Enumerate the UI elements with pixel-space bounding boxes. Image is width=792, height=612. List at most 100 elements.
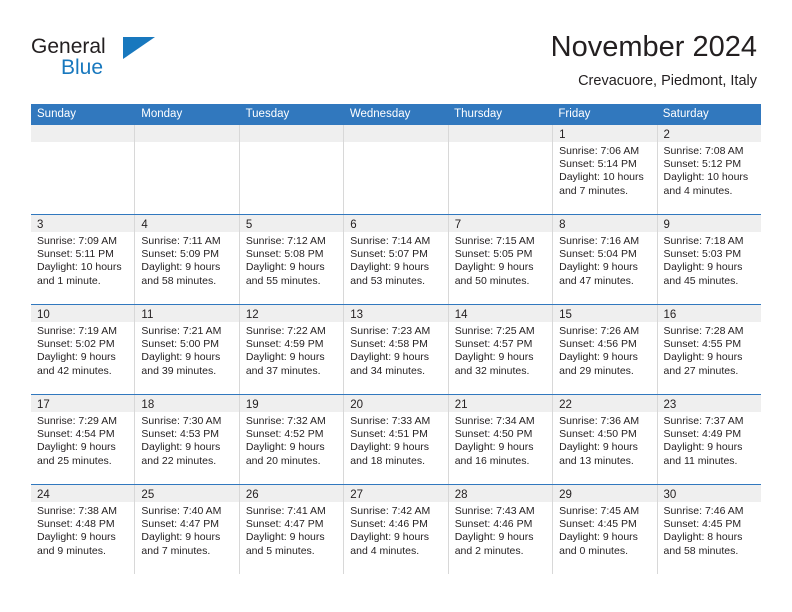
sunset-text: Sunset: 4:50 PM <box>454 428 533 441</box>
calendar-day-cell[interactable]: 30 Sunrise: 7:46 AM Sunset: 4:45 PM Dayligh… <box>657 485 761 574</box>
sunset-text: Sunset: 4:47 PM <box>141 518 220 531</box>
daylight-text: Daylight: 8 hours and 58 minutes. <box>663 531 743 557</box>
day-sun-info: Sunrise: 7:11 AM Sunset: 5:09 PM Daylight:… <box>135 232 238 288</box>
calendar-day-cell[interactable]: 17 Sunrise: 7:29 AM Sunset: 4:54 PM Dayligh… <box>31 395 136 484</box>
sunrise-text: Sunrise: 7:12 AM <box>245 235 326 247</box>
day-number: 11 <box>141 309 154 321</box>
day-number-band: 16 <box>657 305 761 322</box>
day-number: 9 <box>663 219 670 231</box>
sunrise-text: Sunrise: 7:46 AM <box>663 505 744 517</box>
calendar-day-cell[interactable]: 9 Sunrise: 7:18 AM Sunset: 5:03 PM Daylight… <box>657 215 761 304</box>
calendar-day-cell[interactable]: 25 Sunrise: 7:40 AM Sunset: 4:47 PM Dayligh… <box>135 485 240 574</box>
day-number: 5 <box>245 219 253 231</box>
day-number: 8 <box>559 219 566 231</box>
calendar-day-cell[interactable]: 20 Sunrise: 7:33 AM Sunset: 4:51 PM Dayligh… <box>344 395 449 484</box>
calendar-day-cell[interactable]: 1 Sunrise: 7:06 AM Sunset: 5:14 PM Daylight… <box>553 125 658 214</box>
calendar-day-cell[interactable]: 23 Sunrise: 7:37 AM Sunset: 4:49 PM Dayligh… <box>657 395 761 484</box>
day-sun-info: Sunrise: 7:38 AM Sunset: 4:48 PM Daylight:… <box>31 502 134 558</box>
calendar-day-cell[interactable]: 7 Sunrise: 7:15 AM Sunset: 5:05 PM Daylight… <box>448 215 554 304</box>
calendar-week-row: 3 Sunrise: 7:09 AM Sunset: 5:11 PM Daylight… <box>31 214 761 304</box>
day-number: 26 <box>245 489 259 501</box>
daylight-text: Daylight: 9 hours and 29 minutes. <box>559 351 638 377</box>
sunrise-text: Sunrise: 7:34 AM <box>454 415 535 427</box>
generalblue-logo[interactable]: General Blue <box>31 35 231 87</box>
day-number-band: 18 <box>135 395 239 412</box>
daylight-text: Daylight: 9 hours and 4 minutes. <box>350 531 430 557</box>
calendar-day-cell[interactable]: 24 Sunrise: 7:38 AM Sunset: 4:48 PM Dayligh… <box>31 485 136 574</box>
day-number-band: 19 <box>239 395 344 412</box>
weekday-header-saturday: Saturday <box>662 108 709 120</box>
weekday-header-sunday: Sunday <box>37 108 77 120</box>
calendar-day-cell[interactable]: 11 Sunrise: 7:21 AM Sunset: 5:00 PM Dayligh… <box>135 305 240 394</box>
sunset-text: Sunset: 4:52 PM <box>245 428 324 441</box>
calendar-day-cell[interactable]: 16 Sunrise: 7:28 AM Sunset: 4:55 PM Dayligh… <box>657 305 761 394</box>
sunrise-text: Sunrise: 7:16 AM <box>559 235 640 247</box>
calendar-day-cell[interactable]: 21 Sunrise: 7:34 AM Sunset: 4:50 PM Dayligh… <box>448 395 554 484</box>
calendar-day-cell[interactable]: 14 Sunrise: 7:25 AM Sunset: 4:57 PM Dayligh… <box>448 305 554 394</box>
day-number: 19 <box>245 399 259 411</box>
calendar-day-cell[interactable]: 13 Sunrise: 7:23 AM Sunset: 4:58 PM Dayligh… <box>344 305 449 394</box>
calendar-week-row: 24 Sunrise: 7:38 AM Sunset: 4:48 PM Dayligh… <box>31 484 761 574</box>
day-sun-info: Sunrise: 7:25 AM Sunset: 4:57 PM Daylight:… <box>449 322 552 378</box>
page-title: November 2024 <box>550 31 757 63</box>
day-number-band: 26 <box>239 485 344 502</box>
sunrise-text: Sunrise: 7:43 AM <box>454 505 535 517</box>
calendar-day-cell[interactable]: 28 Sunrise: 7:43 AM Sunset: 4:46 PM Dayligh… <box>448 485 554 574</box>
day-number-band: 5 <box>239 215 344 232</box>
day-number-band: 7 <box>448 215 553 232</box>
calendar-day-cell[interactable]: 27 Sunrise: 7:42 AM Sunset: 4:46 PM Dayligh… <box>344 485 449 574</box>
day-number: 17 <box>37 399 50 411</box>
day-number-band: 13 <box>344 305 448 322</box>
day-number-band <box>135 125 239 142</box>
day-sun-info: Sunrise: 7:34 AM Sunset: 4:50 PM Daylight:… <box>449 412 552 468</box>
title-block: November 2024 Crevacuore, Piedmont, Ital… <box>551 30 757 90</box>
sunset-text: Sunset: 5:12 PM <box>663 158 742 171</box>
sunset-text: Sunset: 4:54 PM <box>37 428 115 441</box>
daylight-text: Daylight: 9 hours and 13 minutes. <box>559 441 638 467</box>
sunset-text: Sunset: 4:57 PM <box>454 338 533 351</box>
day-number-band: 20 <box>344 395 448 412</box>
calendar-day-cell[interactable]: 12 Sunrise: 7:22 AM Sunset: 4:59 PM Dayligh… <box>239 305 345 394</box>
calendar-day-cell[interactable]: 15 Sunrise: 7:26 AM Sunset: 4:56 PM Dayligh… <box>553 305 658 394</box>
calendar-day-cell[interactable]: 3 Sunrise: 7:09 AM Sunset: 5:11 PM Daylight… <box>31 215 136 304</box>
daylight-text: Daylight: 9 hours and 55 minutes. <box>245 261 325 287</box>
calendar-day-cell[interactable]: 29 Sunrise: 7:45 AM Sunset: 4:45 PM Dayligh… <box>553 485 658 574</box>
day-number-band: 1 <box>553 125 657 142</box>
calendar-day-cell[interactable]: 22 Sunrise: 7:36 AM Sunset: 4:50 PM Dayligh… <box>553 395 658 484</box>
logo-text-general: General <box>31 35 106 58</box>
calendar-day-cell[interactable]: 5 Sunrise: 7:12 AM Sunset: 5:08 PM Daylight… <box>239 215 345 304</box>
sunset-text: Sunset: 4:55 PM <box>663 338 742 351</box>
calendar-page: General Blue November 2024 Crevacuore, P… <box>0 0 792 612</box>
calendar-day-cell[interactable]: 19 Sunrise: 7:32 AM Sunset: 4:52 PM Dayligh… <box>239 395 345 484</box>
day-number-band: 3 <box>31 215 135 232</box>
daylight-text: Daylight: 9 hours and 2 minutes. <box>454 531 534 557</box>
calendar-day-cell-empty <box>239 125 345 214</box>
sunset-text: Sunset: 5:05 PM <box>454 248 533 261</box>
daylight-text: Daylight: 9 hours and 37 minutes. <box>245 351 325 377</box>
daylight-text: Daylight: 9 hours and 50 minutes. <box>454 261 534 287</box>
daylight-text: Daylight: 9 hours and 25 minutes. <box>37 441 116 467</box>
daylight-text: Daylight: 10 hours and 1 minute. <box>37 261 122 287</box>
day-number: 15 <box>559 309 572 321</box>
day-number: 12 <box>245 309 259 321</box>
day-sun-info: Sunrise: 7:16 AM Sunset: 5:04 PM Daylight:… <box>553 232 656 288</box>
day-number-band: 11 <box>135 305 239 322</box>
day-sun-info: Sunrise: 7:33 AM Sunset: 4:51 PM Daylight:… <box>344 412 447 468</box>
sunset-text: Sunset: 4:53 PM <box>141 428 220 441</box>
sunrise-text: Sunrise: 7:45 AM <box>559 505 640 517</box>
calendar-day-cell[interactable]: 10 Sunrise: 7:19 AM Sunset: 5:02 PM Dayligh… <box>31 305 136 394</box>
calendar-day-cell[interactable]: 18 Sunrise: 7:30 AM Sunset: 4:53 PM Dayligh… <box>135 395 240 484</box>
calendar-day-cell[interactable]: 6 Sunrise: 7:14 AM Sunset: 5:07 PM Daylight… <box>344 215 449 304</box>
sunset-text: Sunset: 4:47 PM <box>245 518 324 531</box>
calendar-day-cell[interactable]: 26 Sunrise: 7:41 AM Sunset: 4:47 PM Dayligh… <box>239 485 345 574</box>
sunset-text: Sunset: 4:46 PM <box>350 518 428 531</box>
calendar-day-cell[interactable]: 8 Sunrise: 7:16 AM Sunset: 5:04 PM Daylight… <box>553 215 658 304</box>
day-number-band: 25 <box>135 485 239 502</box>
page-header: General Blue November 2024 Crevacuore, P… <box>0 0 792 100</box>
calendar-day-cell[interactable]: 4 Sunrise: 7:11 AM Sunset: 5:09 PM Daylight… <box>135 215 240 304</box>
calendar-day-cell[interactable]: 2 Sunrise: 7:08 AM Sunset: 5:12 PM Daylight… <box>657 125 761 214</box>
weekday-header-wednesday: Wednesday <box>349 108 411 120</box>
sunrise-text: Sunrise: 7:15 AM <box>454 235 535 247</box>
day-number-band: 21 <box>448 395 553 412</box>
sunset-text: Sunset: 4:50 PM <box>559 428 637 441</box>
